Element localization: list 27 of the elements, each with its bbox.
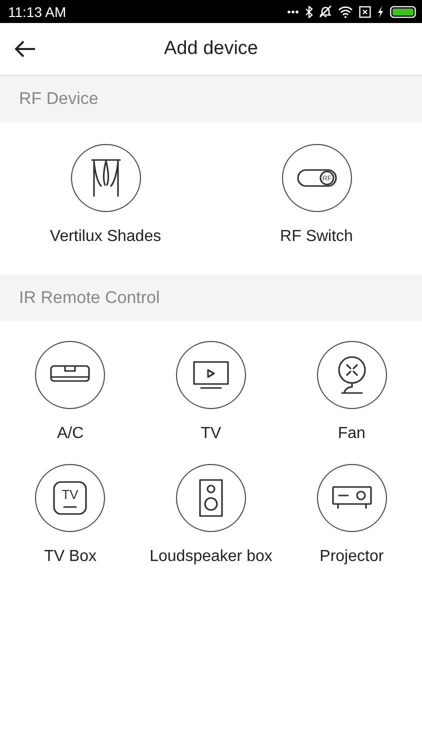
wifi-icon: [338, 6, 353, 18]
bluetooth-icon: [305, 6, 313, 18]
device-label: TV Box: [44, 547, 97, 567]
device-button[interactable]: TV: [35, 464, 106, 532]
battery-icon: [390, 6, 416, 18]
no-sim-icon: [359, 6, 371, 18]
charging-bolt-icon: [377, 6, 384, 18]
device-label: Vertilux Shades: [50, 227, 162, 247]
air-conditioner-icon: [50, 365, 90, 385]
device-label: TV: [200, 424, 222, 444]
page-title: Add device: [164, 38, 258, 60]
section-header: RF Device: [0, 76, 422, 122]
tv-box-icon: TV: [53, 481, 88, 515]
muted-bell-icon: [319, 5, 332, 18]
curtain-icon: [90, 159, 120, 197]
more-dots-icon: [287, 10, 299, 14]
device-label: Projector: [320, 547, 384, 567]
projector-icon: [332, 486, 372, 510]
fan-icon: [336, 356, 368, 394]
device-label: Fan: [338, 424, 366, 444]
tv-icon: [192, 361, 229, 389]
section-header: IR Remote Control: [0, 275, 422, 321]
status-time: 11:13 AM: [8, 4, 68, 20]
device-label: RF Switch: [280, 227, 353, 247]
device-label: Loudspeaker box: [150, 547, 272, 567]
speaker-icon: [198, 479, 223, 517]
device-label: A/C: [56, 424, 84, 444]
